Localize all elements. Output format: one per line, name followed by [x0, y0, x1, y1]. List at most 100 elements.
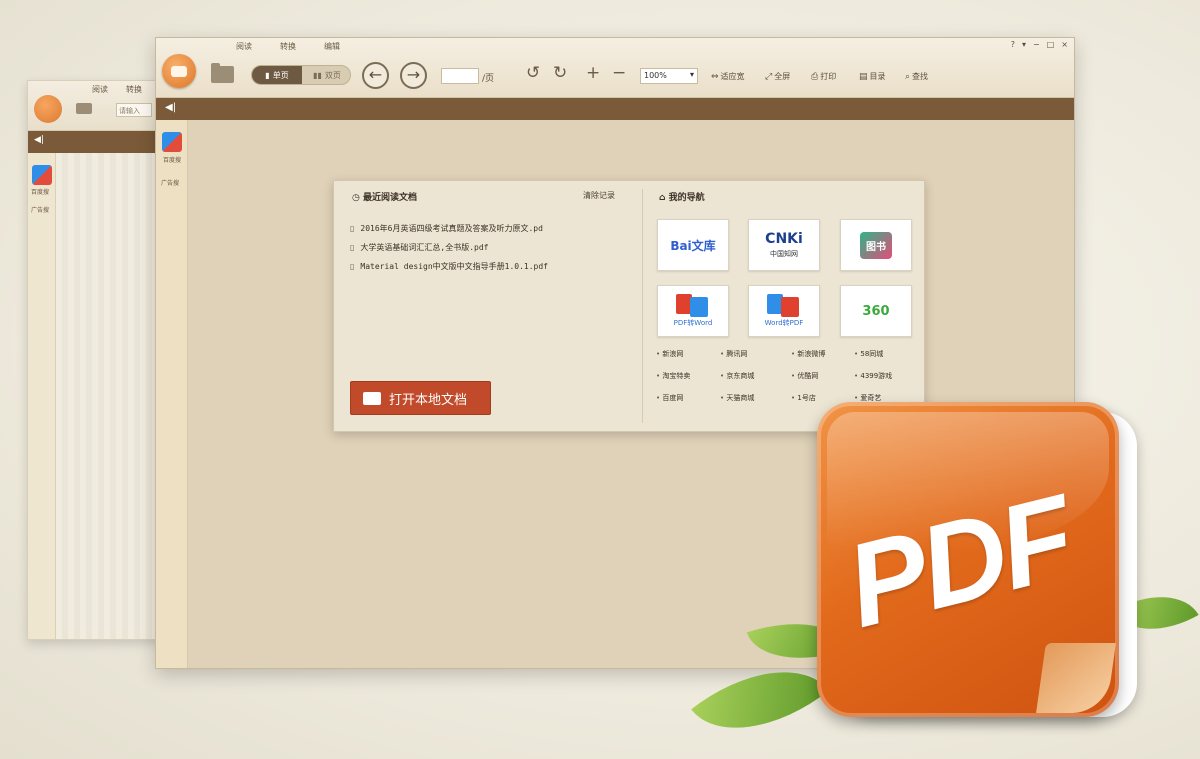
tab-convert[interactable]: 转换: [266, 40, 310, 54]
sidebar: 百度搜 广告搜: [156, 120, 188, 668]
close-icon[interactable]: ×: [1061, 40, 1068, 49]
recent-file-item[interactable]: ▯ Material design中文版中文指导手册1.0.1.pdf: [350, 261, 548, 272]
print-label: 打印: [820, 72, 837, 81]
word-to-pdf-icon: [767, 294, 801, 317]
icon-cover: PDF: [817, 402, 1119, 717]
clear-history-link[interactable]: 清除记录: [583, 190, 615, 201]
page-icon: ▮: [265, 70, 270, 80]
page-view-toggle: ▮ 单页 ▮▮ 双页: [251, 65, 351, 85]
back-tab[interactable]: 阅读: [92, 84, 108, 95]
back-tab[interactable]: 转换: [126, 84, 142, 95]
nav-link[interactable]: 58同城: [854, 349, 883, 359]
nav-link[interactable]: 京东商城: [720, 371, 754, 381]
tab-edit[interactable]: 编辑: [310, 40, 354, 54]
start-panel: ◷ 最近阅读文档 清除记录 ▯ 2016年6月英语四级考试真题及答案及听力原文.p…: [333, 180, 925, 432]
nav-tile-library[interactable]: 图书: [840, 219, 912, 271]
zoom-out-icon[interactable]: −: [612, 63, 626, 83]
back-folder-icon[interactable]: [76, 103, 92, 114]
360-logo: 360: [862, 303, 890, 319]
back-sidebar: 百度搜 广告搜: [28, 153, 56, 639]
my-nav-title: ⌂ 我的导航: [659, 190, 705, 203]
library-logo: 图书: [860, 231, 892, 259]
back-app-logo-icon: [34, 95, 62, 123]
search-label: 查找: [912, 72, 929, 81]
nav-link[interactable]: 1号店: [791, 393, 815, 403]
rotate-left-icon[interactable]: ↺: [526, 63, 540, 83]
nav-link[interactable]: 优酷网: [791, 371, 818, 381]
nav-tile-word-to-pdf[interactable]: Word转PDF: [748, 285, 820, 337]
bookmark-button[interactable]: ▤ 目录: [859, 71, 886, 82]
fit-width-button[interactable]: ⇔ 适应宽: [711, 71, 745, 82]
double-page-label: 双页: [324, 70, 341, 80]
pdf-to-word-icon: [676, 294, 710, 317]
search-icon: ⌕: [905, 72, 911, 82]
baidu-search-icon[interactable]: [162, 132, 182, 152]
sidebar-sub-label: 广告搜: [161, 180, 180, 187]
my-nav-label: 我的导航: [668, 193, 705, 203]
maximize-icon[interactable]: □: [1047, 40, 1055, 49]
nav-link[interactable]: 4399游戏: [854, 371, 892, 381]
nav-tile-pdf-to-word[interactable]: PDF转Word: [657, 285, 729, 337]
back-page-field[interactable]: 请输入: [116, 103, 152, 117]
recent-docs-title: ◷ 最近阅读文档: [352, 190, 417, 203]
rotate-right-icon[interactable]: ↻: [553, 63, 567, 83]
tab-read[interactable]: 阅读: [222, 40, 266, 54]
nav-link[interactable]: 淘宝特卖: [656, 371, 690, 381]
nav-tile-cnki[interactable]: CNKi 中国知网: [748, 219, 820, 271]
nav-link[interactable]: 百度网: [656, 393, 683, 403]
fit-width-label: 适应宽: [720, 72, 745, 81]
help-icon[interactable]: ?: [1011, 40, 1015, 49]
search-button[interactable]: ⌕ 查找: [905, 71, 928, 82]
open-folder-icon[interactable]: [211, 63, 234, 83]
double-page-icon: ▮▮: [313, 70, 322, 80]
word-to-pdf-caption: Word转PDF: [764, 319, 804, 327]
menu-tabs: 阅读 转换 编辑: [222, 40, 354, 54]
print-button[interactable]: ⎙ 打印: [811, 71, 836, 82]
recent-docs-label: 最近阅读文档: [363, 193, 418, 203]
back-collapse-icon[interactable]: ◀|: [34, 135, 44, 145]
skin-icon[interactable]: ▾: [1022, 40, 1026, 49]
clock-icon: ◷: [352, 193, 363, 203]
nav-link[interactable]: 天猫商城: [720, 393, 754, 403]
panel-divider: [642, 189, 643, 423]
single-page-label: 单页: [272, 70, 289, 80]
fullscreen-label: 全屏: [774, 72, 791, 81]
back-baidu-icon[interactable]: [32, 165, 52, 185]
recent-file-item[interactable]: ▯ 2016年6月英语四级考试真题及答案及听力原文.pd: [350, 223, 543, 234]
page-number-input[interactable]: [441, 68, 479, 84]
next-page-button[interactable]: →: [400, 62, 427, 89]
open-local-label: 打开本地文档: [389, 392, 468, 408]
nav-tile-360[interactable]: 360: [840, 285, 912, 337]
nav-tile-baidu-wenku[interactable]: Bai文库: [657, 219, 729, 271]
back-sidebar-label: 百度搜: [31, 189, 50, 196]
single-page-button[interactable]: ▮ 单页: [252, 66, 302, 84]
home-icon: ⌂: [659, 193, 669, 203]
window-controls: ? ▾ − □ ×: [1011, 40, 1068, 49]
fullscreen-icon: ⤢: [765, 72, 773, 82]
baidu-wenku-logo: Bai文库: [670, 238, 716, 253]
minimize-icon[interactable]: −: [1033, 40, 1040, 49]
cnki-logo: CNKi: [765, 231, 803, 247]
open-local-document-button[interactable]: 打开本地文档: [350, 381, 491, 415]
app-logo-icon[interactable]: [162, 54, 196, 88]
chevron-down-icon: ▾: [689, 70, 694, 79]
fit-width-icon: ⇔: [711, 72, 719, 82]
page-curl-icon: [1036, 643, 1116, 713]
back-window-tabs: 阅读 转换: [92, 84, 142, 95]
bookmark-icon: ▤: [859, 72, 868, 82]
nav-link[interactable]: 新浪网: [656, 349, 683, 359]
nav-link[interactable]: 腾讯网: [720, 349, 747, 359]
zoom-in-icon[interactable]: +: [586, 63, 600, 83]
collapse-sidebar-icon[interactable]: ◀|: [165, 102, 176, 113]
file-icon: ▯: [350, 262, 355, 271]
page-suffix-label: /页: [482, 74, 495, 84]
file-icon: ▯: [350, 243, 355, 252]
zoom-select[interactable]: 100% ▾: [640, 68, 698, 84]
recent-file-item[interactable]: ▯ 大学英语基础词汇汇总,全书版.pdf: [350, 242, 489, 253]
back-window-toolbar: 阅读 转换 请输入: [28, 81, 176, 131]
nav-link[interactable]: 新浪微博: [791, 349, 825, 359]
bookmark-label: 目录: [869, 72, 886, 81]
fullscreen-button[interactable]: ⤢ 全屏: [765, 71, 790, 82]
double-page-button[interactable]: ▮▮ 双页: [302, 66, 350, 84]
prev-page-button[interactable]: ←: [362, 62, 389, 89]
